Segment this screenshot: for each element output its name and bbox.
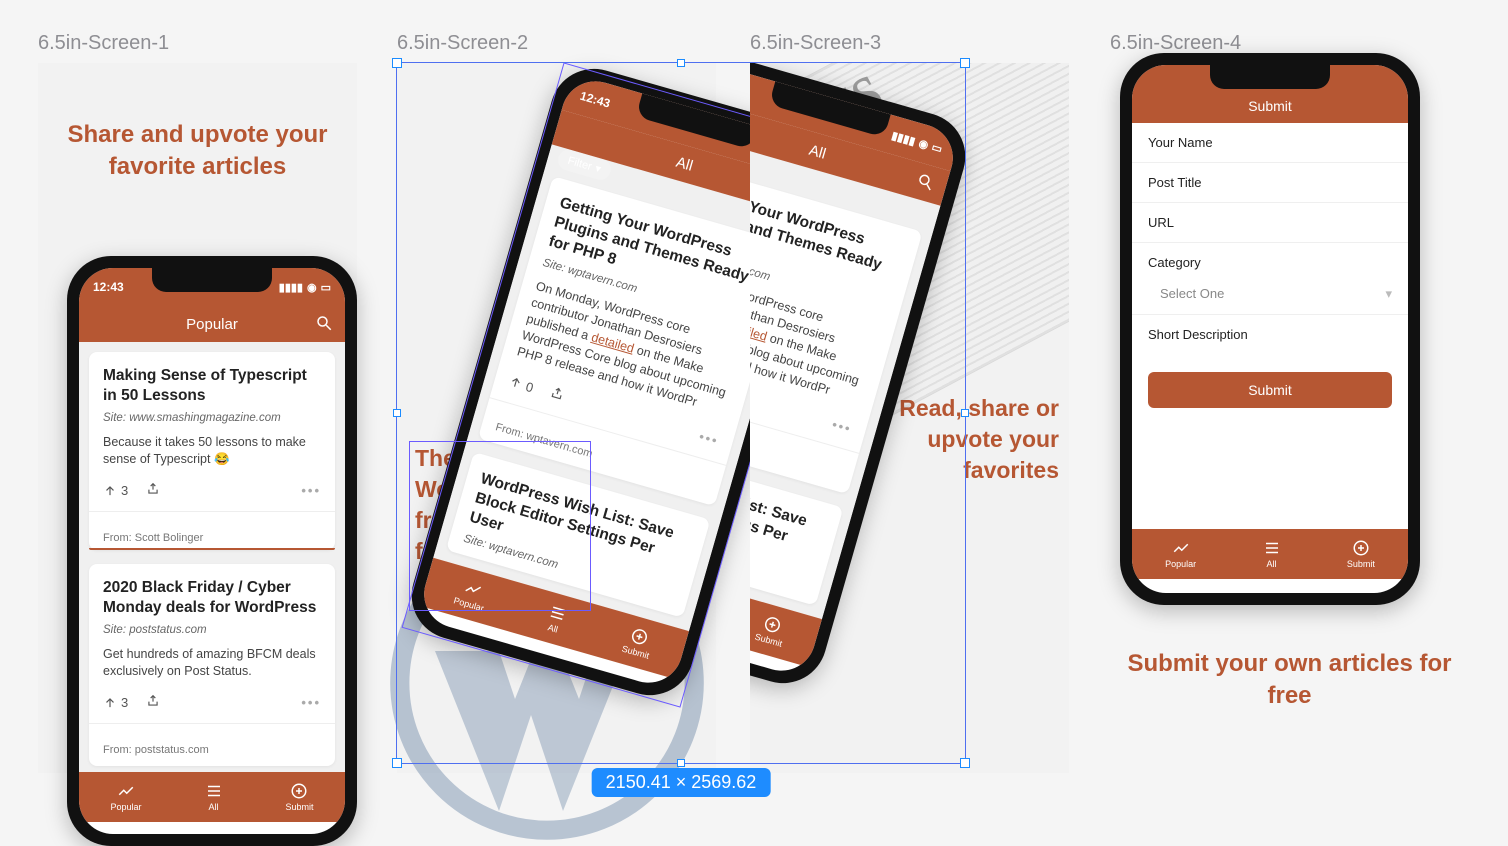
tab-submit[interactable]: Submit bbox=[1347, 539, 1375, 569]
nav-title: All bbox=[807, 141, 828, 162]
artboard-3[interactable]: Read, share or upvote your favorites 12:… bbox=[750, 63, 1069, 773]
share-button[interactable] bbox=[146, 482, 160, 499]
plus-circle-icon bbox=[290, 782, 308, 800]
share-button[interactable] bbox=[548, 385, 566, 405]
artboard-label-2[interactable]: 6.5in-Screen-2 bbox=[397, 32, 528, 55]
article-from: From: Scott Bolinger bbox=[103, 532, 321, 544]
share-icon bbox=[146, 482, 160, 496]
arrow-up-icon bbox=[103, 484, 117, 498]
tab-submit[interactable]: Submit bbox=[621, 624, 656, 661]
tab-label: All bbox=[1266, 559, 1276, 569]
upvote-button[interactable]: 0 bbox=[507, 374, 535, 395]
signal-icon: ▮▮▮▮ bbox=[279, 281, 303, 294]
article-card[interactable]: Getting Your WordPress Plugins and Theme… bbox=[478, 176, 790, 506]
field-short-description[interactable]: Short Description bbox=[1132, 315, 1408, 354]
arrow-up-icon bbox=[507, 374, 524, 391]
nav-bar: Popular bbox=[79, 306, 345, 342]
upvote-count: 0 bbox=[524, 379, 535, 395]
trending-icon bbox=[117, 782, 135, 800]
more-button[interactable]: ••• bbox=[301, 483, 321, 498]
artboard-label-4[interactable]: 6.5in-Screen-4 bbox=[1110, 32, 1241, 55]
tab-label: Submit bbox=[285, 802, 313, 812]
nav-title: Popular bbox=[186, 316, 238, 333]
article-desc: Because it takes 50 lessons to make sens… bbox=[103, 434, 321, 468]
status-time: 12:43 bbox=[93, 280, 124, 294]
tab-all[interactable]: All bbox=[543, 602, 569, 636]
battery-icon: ▭ bbox=[321, 281, 331, 294]
field-url[interactable]: URL bbox=[1132, 203, 1408, 243]
arrow-up-icon bbox=[103, 696, 117, 710]
select-value: Select One bbox=[1160, 286, 1224, 302]
tab-submit[interactable]: Submit bbox=[285, 782, 313, 812]
upvote-count: 3 bbox=[121, 695, 128, 710]
tab-label: Submit bbox=[1347, 559, 1375, 569]
upvote-count: 3 bbox=[121, 483, 128, 498]
artboard-2[interactable]: The latest WordPress news from your favo… bbox=[397, 63, 716, 773]
tab-all[interactable]: All bbox=[205, 782, 223, 812]
list-icon bbox=[1263, 539, 1281, 557]
field-category-select[interactable]: Select One ▾ bbox=[1132, 274, 1408, 315]
upvote-button[interactable]: 3 bbox=[103, 695, 128, 710]
nav-bar: Submit bbox=[1132, 89, 1408, 123]
phone-notch bbox=[152, 268, 272, 292]
share-button[interactable] bbox=[146, 694, 160, 711]
tab-label: All bbox=[547, 622, 559, 634]
headline-4: Submit your own articles for free bbox=[1110, 648, 1469, 713]
status-time: 12:43 bbox=[578, 89, 611, 111]
field-post-title[interactable]: Post Title bbox=[1132, 163, 1408, 203]
chevron-down-icon: ▾ bbox=[1385, 286, 1392, 302]
nav-title: All bbox=[674, 153, 695, 174]
tab-all[interactable]: All bbox=[1263, 539, 1281, 569]
article-from: From: poststatus.com bbox=[103, 744, 321, 756]
artboard-4[interactable]: Submit Your Name Post Title URL Category… bbox=[1110, 63, 1429, 593]
article-card[interactable]: 2020 Black Friday / Cyber Monday deals f… bbox=[89, 564, 335, 766]
tab-label: All bbox=[208, 802, 218, 812]
wifi-icon: ◉ bbox=[307, 281, 317, 294]
artboard-label-1[interactable]: 6.5in-Screen-1 bbox=[38, 32, 169, 55]
share-icon bbox=[146, 694, 160, 708]
article-site: Site: poststatus.com bbox=[103, 624, 321, 636]
phone-mockup-4: Submit Your Name Post Title URL Category… bbox=[1120, 53, 1420, 605]
field-category-label: Category bbox=[1132, 243, 1408, 274]
article-desc: Get hundreds of amazing BFCM deals exclu… bbox=[103, 646, 321, 680]
status-indicators: ▮▮▮▮ ◉ ▭ bbox=[279, 281, 331, 294]
field-your-name[interactable]: Your Name bbox=[1132, 123, 1408, 163]
tab-label: Popular bbox=[1165, 559, 1196, 569]
artboard-label-3[interactable]: 6.5in-Screen-3 bbox=[750, 32, 881, 55]
trending-icon bbox=[1172, 539, 1190, 557]
tab-bar: Popular All Submit bbox=[1132, 529, 1408, 579]
list-icon bbox=[205, 782, 223, 800]
article-title: Making Sense of Typescript in 50 Lessons bbox=[103, 366, 321, 406]
search-icon[interactable] bbox=[315, 314, 333, 332]
tab-popular[interactable]: Popular bbox=[452, 576, 490, 613]
tab-label: Popular bbox=[452, 595, 485, 613]
share-icon bbox=[549, 385, 566, 402]
tab-bar: Popular All Submit bbox=[79, 772, 345, 822]
phone-notch bbox=[1210, 65, 1330, 89]
tab-popular[interactable]: Popular bbox=[1165, 539, 1196, 569]
more-button[interactable]: ••• bbox=[697, 429, 720, 449]
plus-circle-icon bbox=[1352, 539, 1370, 557]
trending-icon bbox=[462, 578, 484, 600]
tab-popular[interactable]: Popular bbox=[110, 782, 141, 812]
plus-circle-icon bbox=[629, 626, 651, 648]
more-button[interactable]: ••• bbox=[301, 695, 321, 710]
headline-1: Share and upvote your favorite articles bbox=[38, 119, 357, 184]
chevron-down-icon: ▾ bbox=[594, 162, 603, 176]
article-card[interactable]: Making Sense of Typescript in 50 Lessons… bbox=[89, 352, 335, 550]
filter-label: Filter bbox=[566, 154, 593, 172]
submit-button[interactable]: Submit bbox=[1148, 372, 1392, 408]
more-button[interactable]: ••• bbox=[830, 417, 853, 437]
search-icon[interactable] bbox=[914, 171, 936, 193]
nav-title: Submit bbox=[1248, 98, 1292, 114]
list-icon bbox=[546, 602, 568, 624]
artboard-1[interactable]: Share and upvote your favorite articles … bbox=[38, 63, 357, 773]
upvote-button[interactable]: 3 bbox=[103, 483, 128, 498]
tab-label: Popular bbox=[110, 802, 141, 812]
article-site: Site: www.smashingmagazine.com bbox=[103, 412, 321, 424]
tab-submit[interactable]: Submit bbox=[754, 612, 789, 649]
headline-3: Read, share or upvote your favorites bbox=[889, 393, 1059, 486]
article-title: 2020 Black Friday / Cyber Monday deals f… bbox=[103, 578, 321, 618]
phone-mockup-1: 12:43 ▮▮▮▮ ◉ ▭ Popular Making Sense of T… bbox=[67, 256, 357, 846]
